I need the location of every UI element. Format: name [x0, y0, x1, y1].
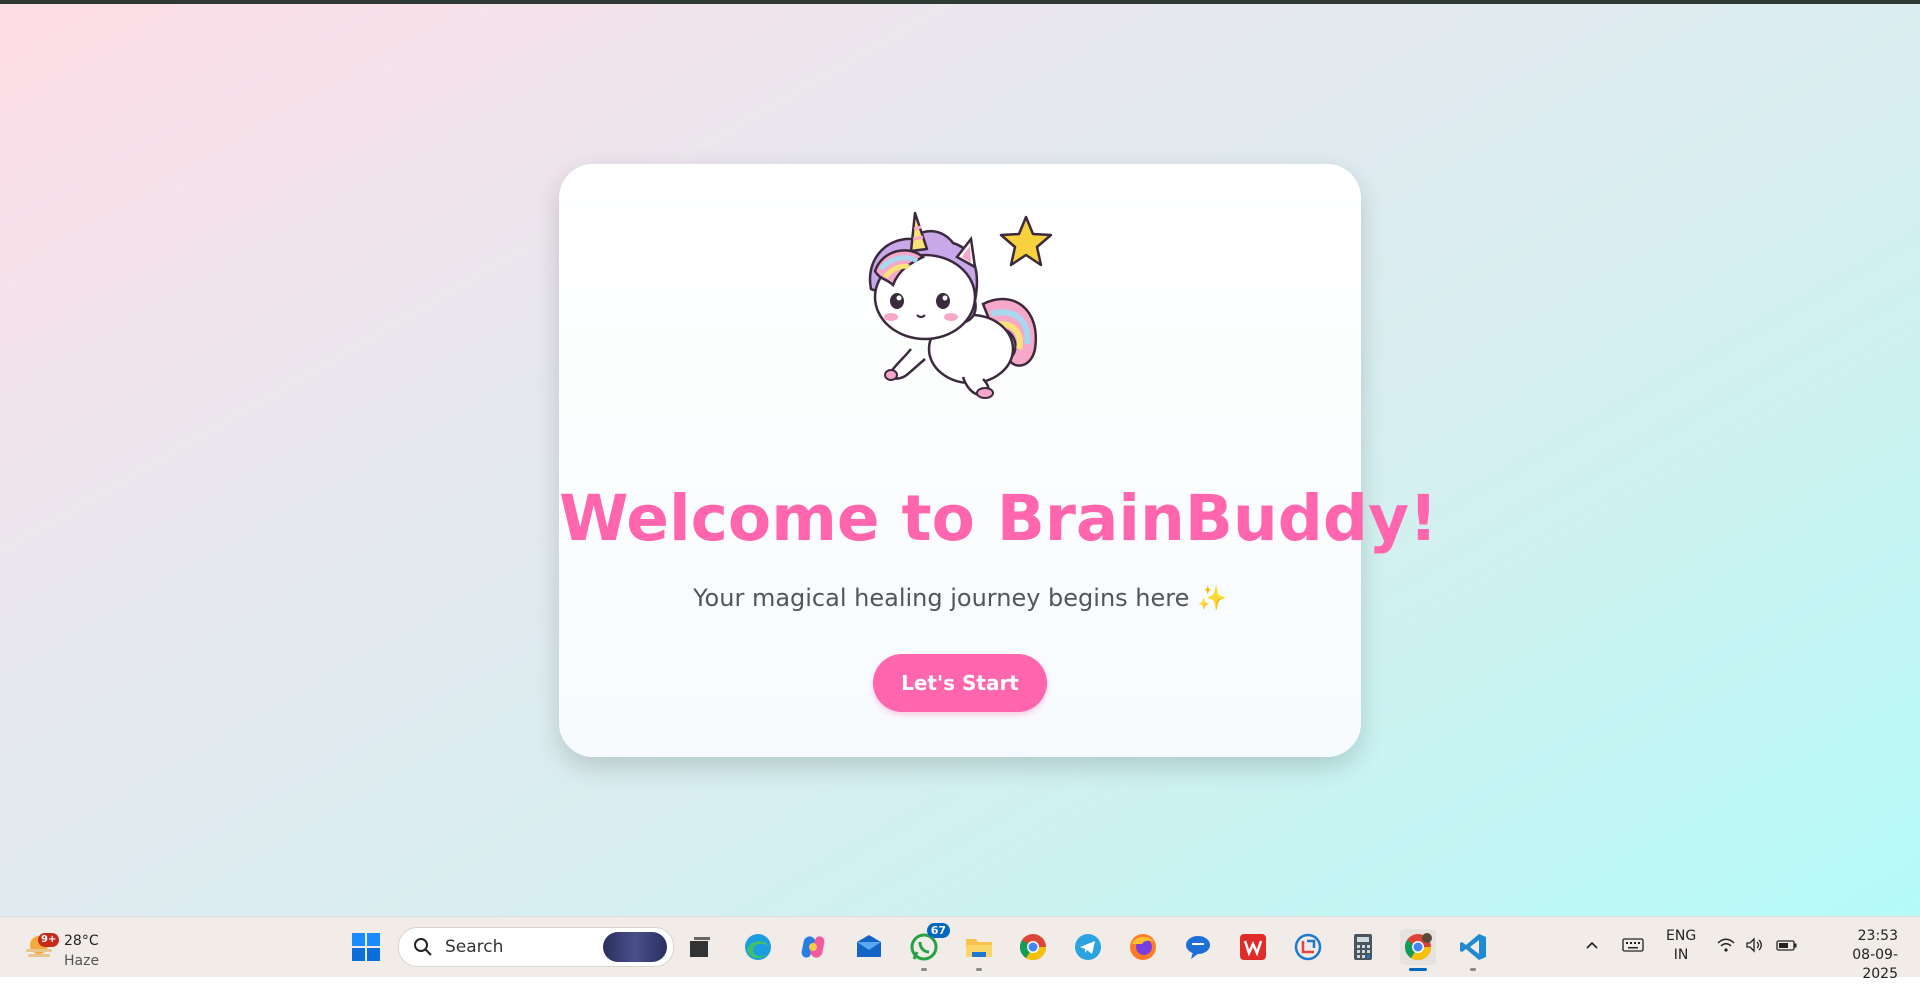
telegram-icon	[1075, 934, 1101, 960]
subtitle-text: Your magical healing journey begins here	[693, 584, 1190, 612]
weather-widget[interactable]: 9+ 28°C Haze	[22, 925, 112, 969]
copilot-button[interactable]	[795, 929, 831, 965]
vscode-icon	[1460, 934, 1486, 960]
firefox-icon	[1130, 934, 1156, 960]
welcome-card: Welcome to BrainBuddy! Your magical heal…	[559, 164, 1438, 757]
mail-button[interactable]	[851, 929, 887, 965]
vscode-button[interactable]	[1455, 929, 1491, 971]
windows-logo-icon	[352, 933, 380, 961]
running-indicator	[976, 968, 982, 971]
page-title: Welcome to BrainBuddy!	[559, 482, 1438, 555]
folder-icon	[966, 939, 992, 957]
running-indicator	[1470, 968, 1476, 971]
chrome-active-button[interactable]	[1400, 929, 1436, 971]
system-clock[interactable]: 23:53 08-09-2025	[1818, 927, 1898, 984]
weather-badge: 9+	[38, 933, 60, 947]
weather-temperature: 28°C	[64, 933, 99, 949]
task-view-button[interactable]	[682, 929, 718, 965]
messenger-button[interactable]	[1180, 929, 1216, 965]
clock-date: 08-09-2025	[1852, 947, 1898, 982]
task-view-icon	[690, 937, 710, 957]
taskbar-search[interactable]: Search	[398, 927, 674, 967]
weather-condition: Haze	[64, 953, 100, 969]
language-code: ENG	[1666, 928, 1697, 944]
running-indicator	[921, 968, 927, 971]
active-indicator	[1409, 968, 1427, 971]
start-button[interactable]	[348, 929, 384, 965]
edge-icon	[745, 934, 771, 960]
snip-icon	[1294, 933, 1322, 961]
windows-taskbar: 9+ 28°C Haze Search 67 ENG IN 23:53 08-0…	[0, 916, 1920, 982]
calculator-icon	[1354, 934, 1372, 960]
lets-start-button[interactable]: Let's Start	[873, 654, 1047, 712]
copilot-icon	[801, 936, 825, 958]
chevron-up-icon[interactable]	[1584, 937, 1600, 953]
search-highlight-image	[603, 932, 667, 962]
keyboard-icon[interactable]	[1622, 937, 1644, 953]
calculator-button[interactable]	[1345, 929, 1381, 965]
clock-time: 23:53	[1857, 928, 1898, 944]
chat-icon	[1186, 936, 1210, 959]
region-code: IN	[1673, 947, 1689, 963]
file-explorer-button[interactable]	[961, 929, 997, 971]
sparkle-icon: ✨	[1197, 584, 1227, 612]
snipping-tool-button[interactable]	[1290, 929, 1326, 965]
search-icon	[414, 938, 432, 956]
page-background: Welcome to BrainBuddy! Your magical heal…	[0, 4, 1920, 916]
telegram-button[interactable]	[1070, 929, 1106, 965]
wps-office-button[interactable]	[1235, 929, 1271, 965]
unicorn-illustration	[868, 211, 1053, 399]
whatsapp-button[interactable]: 67	[906, 923, 950, 971]
firefox-button[interactable]	[1125, 929, 1161, 965]
page-subtitle: Your magical healing journey begins here…	[559, 584, 1361, 612]
edge-button[interactable]	[740, 929, 776, 965]
mail-icon	[857, 935, 881, 957]
chrome-button[interactable]	[1015, 929, 1051, 965]
chrome-icon	[1404, 933, 1432, 961]
volume-icon[interactable]	[1745, 937, 1765, 953]
chrome-icon	[1019, 934, 1047, 961]
battery-icon[interactable]	[1776, 937, 1798, 953]
language-indicator[interactable]: ENG IN	[1666, 927, 1696, 965]
whatsapp-unread-badge: 67	[926, 923, 950, 938]
wifi-icon[interactable]	[1716, 937, 1736, 953]
wps-icon	[1240, 934, 1266, 960]
search-placeholder: Search	[445, 937, 504, 957]
